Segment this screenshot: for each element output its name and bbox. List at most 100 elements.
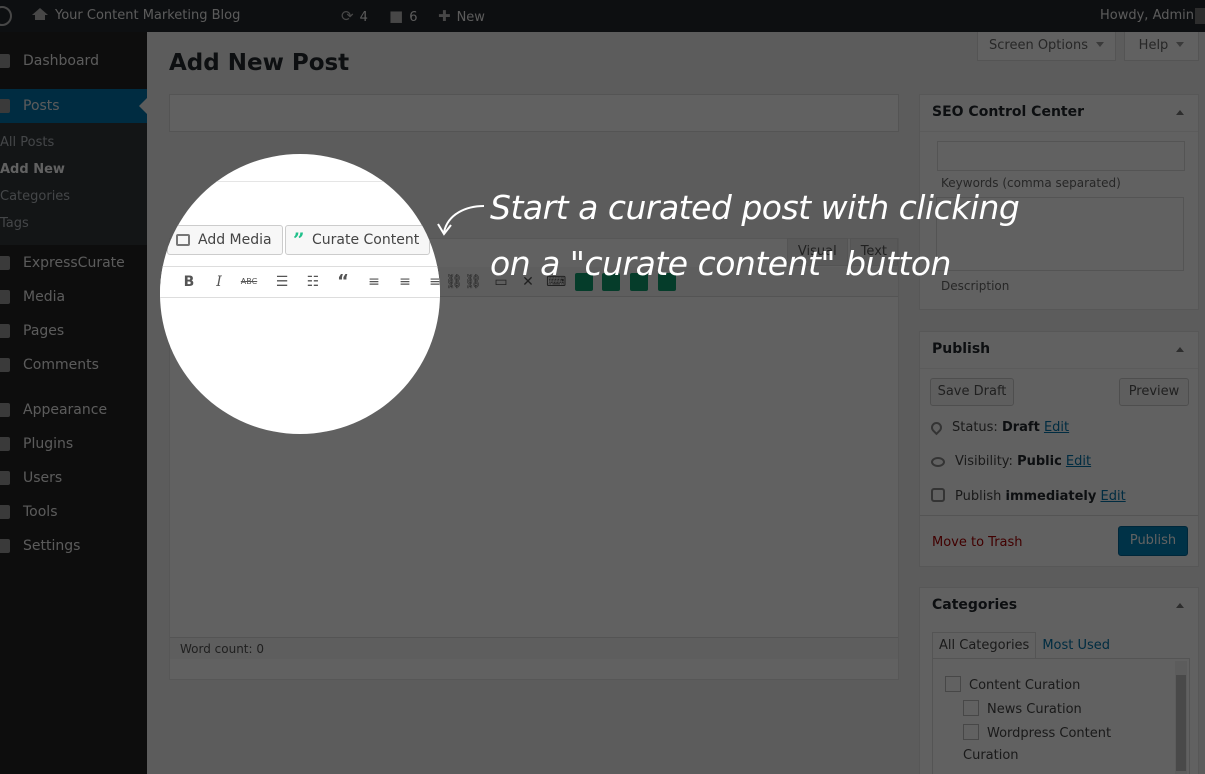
status-label: Status: xyxy=(952,420,998,435)
category-item[interactable]: Wordpress Content xyxy=(963,724,1111,741)
edit-status-link[interactable]: Edit xyxy=(1044,420,1069,435)
sidebar-item-pages[interactable]: Pages xyxy=(0,314,147,348)
sidebar-item-label: Comments xyxy=(23,357,99,373)
camera-icon xyxy=(176,234,190,246)
sidebar-item-expresscurate[interactable]: ExpressCurate xyxy=(0,246,147,280)
blockquote-icon[interactable]: “ xyxy=(334,273,352,291)
site-name: Your Content Marketing Blog xyxy=(55,8,241,23)
collapse-toggle-icon[interactable] xyxy=(1176,347,1184,352)
new-content-link[interactable]: ✚ New xyxy=(438,0,485,32)
admin-bar: Your Content Marketing Blog ⟳ 4 ■ 6 ✚ New H… xyxy=(0,0,1205,32)
align-left-icon[interactable]: ≡ xyxy=(365,273,383,291)
submenu-categories[interactable]: Categories xyxy=(0,189,70,204)
avatar[interactable] xyxy=(1195,8,1205,24)
comments-link[interactable]: ■ 6 xyxy=(389,0,417,32)
sidebar-item-posts[interactable]: Posts xyxy=(0,89,147,123)
unlink-icon[interactable]: ⛓ xyxy=(464,273,482,291)
sidebar-item-tools[interactable]: Tools xyxy=(0,495,147,529)
keywords-input[interactable] xyxy=(937,141,1185,171)
sidebar-item-settings[interactable]: Settings xyxy=(0,529,147,563)
bold-icon[interactable]: B xyxy=(180,273,198,291)
add-media-label: Add Media xyxy=(198,232,272,248)
admin-sidebar: Dashboard Posts All Posts Add New Catego… xyxy=(0,32,147,774)
updates-link[interactable]: ⟳ 4 xyxy=(341,0,368,32)
plugins-icon xyxy=(0,437,10,451)
checkbox[interactable] xyxy=(945,676,961,692)
move-to-trash-link[interactable]: Move to Trash xyxy=(932,535,1023,550)
collapse-toggle-icon[interactable] xyxy=(1176,603,1184,608)
curate-content-label: Curate Content xyxy=(312,232,420,248)
categories-box-title: Categories xyxy=(932,597,1018,613)
status-value: Draft xyxy=(1001,420,1040,435)
curate-content-button[interactable]: ” Curate Content xyxy=(285,225,431,255)
box-divider xyxy=(920,515,1198,516)
checkbox[interactable] xyxy=(963,700,979,716)
sidebar-item-dashboard[interactable]: Dashboard xyxy=(0,44,147,78)
screen-options-button[interactable]: Screen Options xyxy=(977,32,1116,61)
sidebar-item-label: Plugins xyxy=(23,436,74,452)
tab-most-used[interactable]: Most Used xyxy=(1036,633,1116,659)
quote-icon: ” xyxy=(293,228,305,252)
sidebar-item-appearance[interactable]: Appearance xyxy=(0,393,147,427)
sidebar-item-plugins[interactable]: Plugins xyxy=(0,427,147,461)
publish-box-title: Publish xyxy=(932,341,991,357)
pin-icon xyxy=(928,419,945,436)
callout-line-2: on a "curate content" button xyxy=(490,244,951,283)
categories-list: Content Curation News Curation Wordpress… xyxy=(932,658,1190,774)
checkbox[interactable] xyxy=(963,724,979,740)
categories-box: Categories All Categories Most Used Conte… xyxy=(919,587,1199,774)
italic-icon[interactable]: I xyxy=(210,273,228,291)
updates-count: 4 xyxy=(359,10,368,25)
sidebar-item-media[interactable]: Media xyxy=(0,280,147,314)
numbered-list-icon[interactable]: ☷ xyxy=(304,273,322,291)
tab-all-categories[interactable]: All Categories xyxy=(932,632,1037,658)
categories-tabs: All Categories Most Used xyxy=(932,632,1116,659)
sidebar-item-comments[interactable]: Comments xyxy=(0,348,147,382)
wordpress-logo-icon[interactable] xyxy=(0,6,12,26)
sidebar-item-label: Media xyxy=(23,289,66,305)
seo-box-title: SEO Control Center xyxy=(932,104,1084,120)
add-media-button[interactable]: Add Media xyxy=(167,225,283,255)
edit-schedule-link[interactable]: Edit xyxy=(1101,489,1126,504)
visibility-label: Visibility: xyxy=(955,454,1013,469)
bullet-list-icon[interactable]: ☰ xyxy=(273,273,291,291)
align-right-icon[interactable]: ≡ xyxy=(426,273,440,291)
sidebar-item-users[interactable]: Users xyxy=(0,461,147,495)
category-label-continued: Curation xyxy=(963,748,1019,763)
scrollbar-thumb[interactable] xyxy=(1176,675,1186,771)
submenu-add-new[interactable]: Add New xyxy=(0,162,65,177)
schedule-row: Publish immediately Edit xyxy=(931,488,1126,504)
submenu-tags[interactable]: Tags xyxy=(0,216,29,231)
box-divider xyxy=(920,368,1198,369)
help-button[interactable]: Help xyxy=(1124,32,1199,61)
sidebar-item-label: Posts xyxy=(23,98,60,114)
status-row: Status: Draft Edit xyxy=(928,419,1069,436)
preview-button[interactable]: Preview xyxy=(1119,378,1189,406)
quote-icon xyxy=(0,256,10,270)
media-icon xyxy=(0,290,10,304)
plus-icon: ✚ xyxy=(438,7,451,25)
categories-scrollbar[interactable] xyxy=(1175,661,1187,774)
account-link[interactable]: Howdy, Admin xyxy=(1100,0,1194,32)
category-item[interactable]: News Curation xyxy=(963,700,1082,717)
users-icon xyxy=(0,471,10,485)
visibility-value: Public xyxy=(1017,454,1062,469)
posts-submenu: All Posts Add New Categories Tags xyxy=(0,123,147,245)
word-count: Word count: 0 xyxy=(170,637,898,659)
calendar-icon xyxy=(931,488,945,502)
align-center-icon[interactable]: ≡ xyxy=(396,273,414,291)
edit-visibility-link[interactable]: Edit xyxy=(1066,454,1091,469)
category-item[interactable]: Content Curation xyxy=(945,676,1080,693)
collapse-toggle-icon[interactable] xyxy=(1176,110,1184,115)
sidebar-item-label: Users xyxy=(23,470,63,486)
publish-button[interactable]: Publish xyxy=(1118,526,1188,556)
sidebar-item-label: Appearance xyxy=(23,402,108,418)
site-name-link[interactable]: Your Content Marketing Blog xyxy=(32,0,241,32)
submenu-all-posts[interactable]: All Posts xyxy=(0,135,54,150)
save-draft-button[interactable]: Save Draft xyxy=(930,378,1014,406)
greeting: Howdy, Admin xyxy=(1100,8,1195,23)
post-title-input[interactable] xyxy=(169,94,899,132)
callout-line-1: Start a curated post with clicking xyxy=(490,188,1020,227)
link-icon[interactable]: ⛓ xyxy=(445,273,463,291)
strikethrough-icon[interactable]: ABC xyxy=(240,273,258,291)
